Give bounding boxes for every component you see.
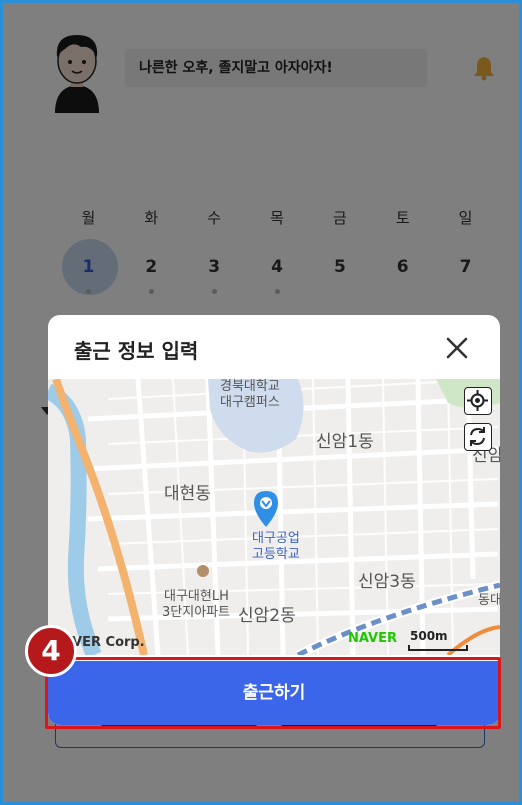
screen-frame: 나른한 오후, 졸지말고 아자아자! 월 화 수 목 금 토 일 1 2 3 4… xyxy=(0,0,522,805)
map-label-sinam1: 신암1동 xyxy=(316,432,374,452)
map-label-campus: 대구캠퍼스 xyxy=(220,395,280,410)
map-label-apartment-line2: 3단지아파트 xyxy=(162,605,231,620)
naver-logo: NAVER xyxy=(348,631,398,646)
locate-icon[interactable] xyxy=(464,387,492,415)
map-scale-label: 500m xyxy=(410,629,448,643)
map-scale-bar xyxy=(408,645,468,651)
modal-title: 출근 정보 입력 xyxy=(74,339,199,363)
refresh-icon[interactable] xyxy=(464,423,492,451)
close-icon[interactable] xyxy=(442,333,472,363)
map-label-sinam3: 신암3동 xyxy=(358,572,416,592)
map-label-sinam2: 신암2동 xyxy=(238,606,296,626)
step-highlight-box xyxy=(45,657,501,729)
step-number-badge: 4 xyxy=(25,625,77,677)
map-label-school-line2: 고등학교 xyxy=(252,547,300,562)
map-label-daehyeon: 대현동 xyxy=(164,484,211,504)
location-map[interactable]: 경북대학교 대구캠퍼스 신암1동 신암 대현동 대구공업 고등학교 대구대현LH… xyxy=(48,379,500,655)
map-label-dong: 동대 xyxy=(478,593,500,608)
